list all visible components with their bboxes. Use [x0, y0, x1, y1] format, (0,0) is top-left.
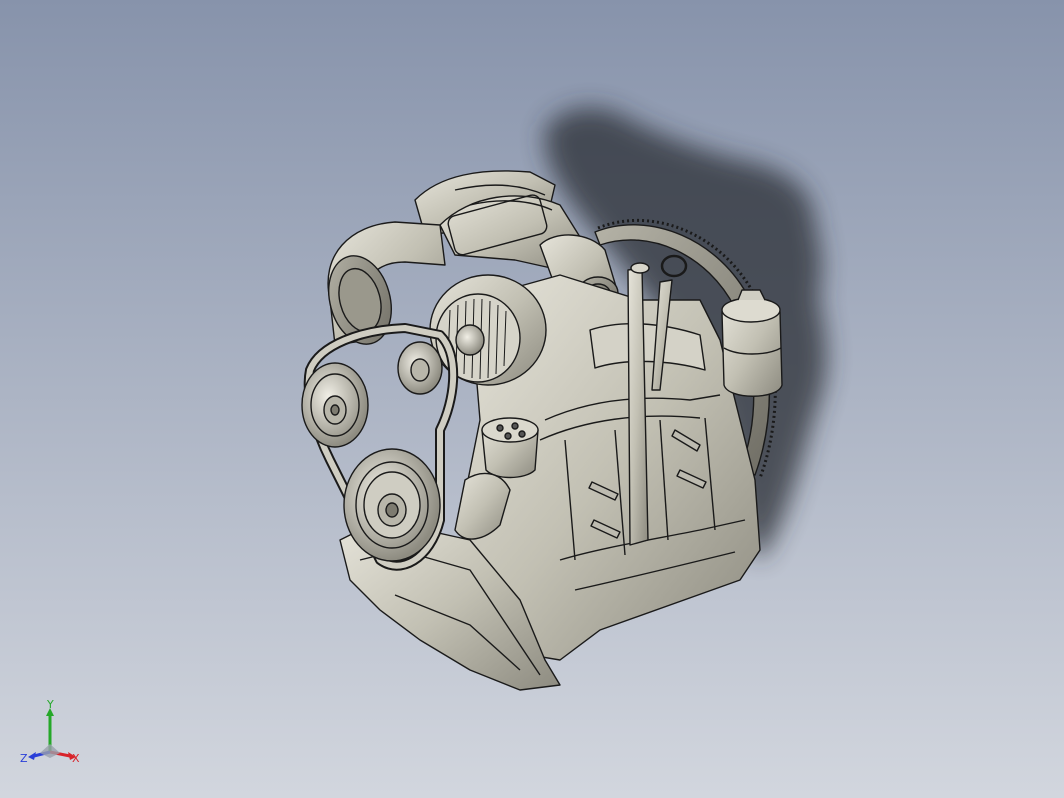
oil-filter[interactable] — [721, 289, 783, 397]
triad-base — [40, 744, 60, 758]
water-pump-pulley[interactable] — [301, 362, 369, 448]
alternator[interactable] — [429, 274, 547, 386]
x-axis-label: X — [72, 752, 80, 765]
view-orientation-triad[interactable]: Y X Z — [14, 700, 94, 780]
y-axis-label: Y — [46, 700, 54, 711]
engine-model[interactable] — [0, 0, 1064, 798]
graphics-viewport[interactable]: Y X Z — [0, 0, 1064, 798]
z-axis-arrowhead — [28, 752, 36, 760]
idler-pulley[interactable] — [397, 341, 443, 395]
crank-pulley[interactable] — [343, 448, 441, 562]
z-axis-label: Z — [20, 752, 28, 765]
